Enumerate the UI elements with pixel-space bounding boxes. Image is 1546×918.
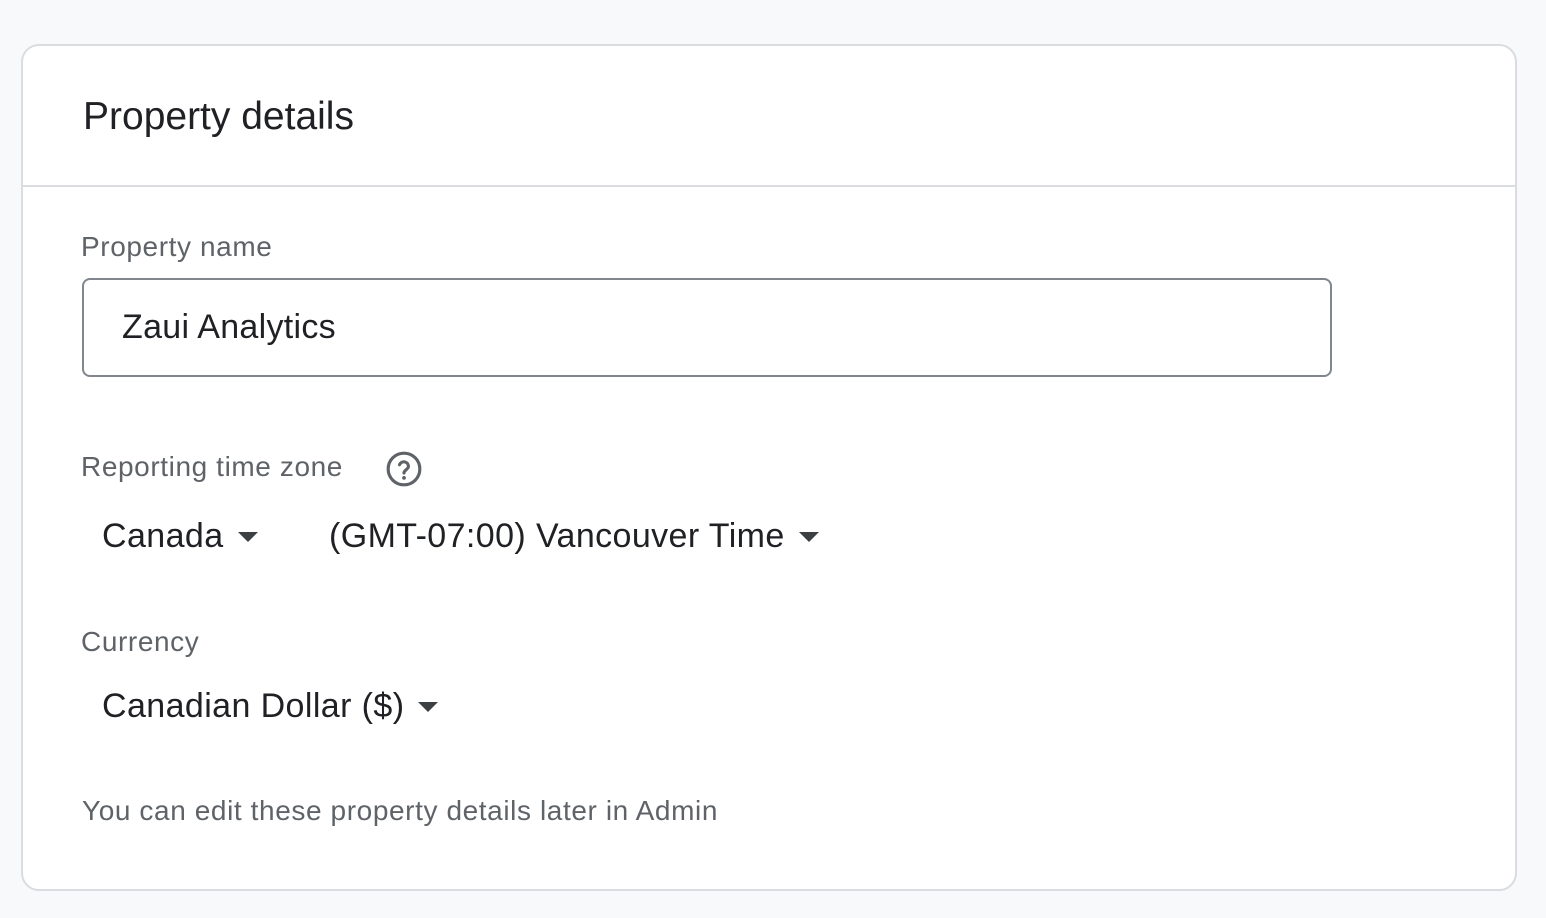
country-dropdown[interactable]: Canada	[102, 508, 258, 564]
help-circle-icon[interactable]	[385, 450, 423, 488]
time-zone-dropdown[interactable]: (GMT-07:00) Vancouver Time	[329, 508, 819, 564]
edit-later-hint: You can edit these property details late…	[82, 795, 719, 826]
currency-dropdown-value: Canadian Dollar ($)	[102, 686, 405, 725]
time-zone-label: Reporting time zone	[81, 451, 343, 482]
chevron-down-icon	[418, 702, 439, 712]
card-title: Property details	[83, 95, 354, 138]
chevron-down-icon	[237, 532, 258, 542]
property-name-input[interactable]	[82, 278, 1332, 377]
card-header: Property details	[23, 46, 1515, 187]
currency-dropdown[interactable]: Canadian Dollar ($)	[102, 678, 439, 734]
time-zone-dropdown-value: (GMT-07:00) Vancouver Time	[329, 516, 785, 555]
property-name-label: Property name	[81, 231, 273, 262]
chevron-down-icon	[798, 532, 819, 542]
country-dropdown-value: Canada	[102, 516, 224, 555]
currency-label: Currency	[81, 626, 200, 657]
